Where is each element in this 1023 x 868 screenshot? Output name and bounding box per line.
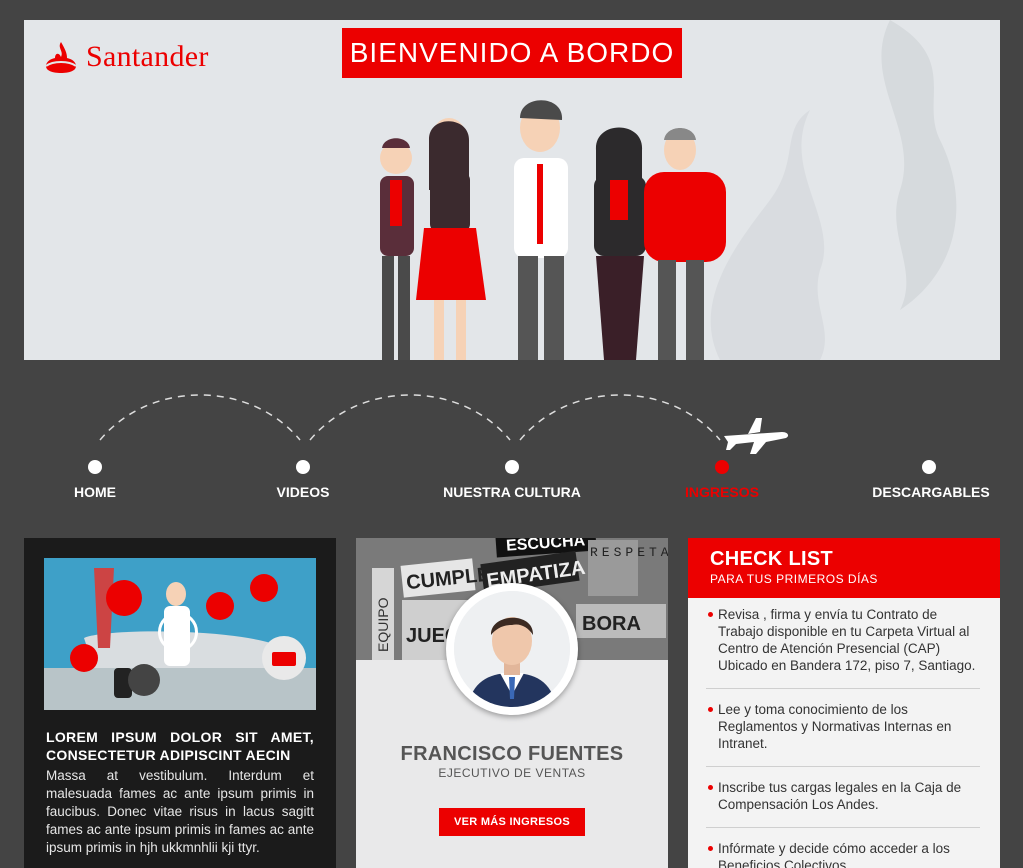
wall-word: RESPETA xyxy=(590,545,668,560)
nav-dot xyxy=(88,460,102,474)
checklist-title: CHECK LIST xyxy=(710,548,833,570)
nav-label: DESCARGABLES xyxy=(872,484,990,500)
video-card: LOREM IPSUM DOLOR SIT AMET, CONSECTETUR … xyxy=(24,538,336,868)
journey-timeline: HOME VIDEOS NUESTRA CULTURA INGRESOS DES… xyxy=(0,380,1023,520)
avatar xyxy=(454,591,570,707)
brand-name: Santander xyxy=(86,40,209,73)
welcome-banner: BIENVENIDO A BORDO xyxy=(342,28,682,78)
team-illustration xyxy=(380,100,726,360)
nav-dot xyxy=(296,460,310,474)
video-description: Massa at vestibulum. Interdum et malesua… xyxy=(46,768,314,855)
checklist-items: Revisa , firma y envía tu Contrato de Tr… xyxy=(706,600,980,868)
nav-item-descargables[interactable]: DESCARGABLES xyxy=(851,380,1011,510)
wall-word: BORA xyxy=(582,613,641,635)
checklist-item: Infórmate y decide cómo acceder a los Be… xyxy=(706,834,980,868)
nav-label: VIDEOS xyxy=(276,484,330,500)
nav-dot xyxy=(715,460,729,474)
profile-avatar[interactable] xyxy=(446,583,578,715)
santander-flame-icon xyxy=(45,42,77,73)
santander-logo[interactable]: Santander xyxy=(44,40,209,74)
person-illustration xyxy=(594,127,646,360)
play-icon[interactable] xyxy=(158,612,198,652)
nav-label: HOME xyxy=(74,484,116,500)
profile-role: EJECUTIVO DE VENTAS xyxy=(438,766,586,780)
video-thumbnail[interactable] xyxy=(44,558,316,710)
person-illustration xyxy=(380,138,414,360)
video-title: LOREM IPSUM DOLOR SIT AMET, CONSECTETUR … xyxy=(46,729,314,763)
checklist-header: CHECK LIST PARA TUS PRIMEROS DÍAS xyxy=(688,538,1000,598)
checklist-item: Revisa , firma y envía tu Contrato de Tr… xyxy=(706,600,980,689)
ver-mas-ingresos-button[interactable]: VER MÁS INGRESOS xyxy=(439,808,585,836)
portrait-illustration xyxy=(454,591,570,707)
nav-item-nuestra-cultura[interactable]: NUESTRA CULTURA xyxy=(432,380,592,510)
checklist-item: Lee y toma conocimiento de los Reglament… xyxy=(706,695,980,767)
hero-banner: Santander BIENVENIDO A BORDO xyxy=(24,20,1000,360)
nav-dot xyxy=(922,460,936,474)
checklist-card: CHECK LIST PARA TUS PRIMEROS DÍAS Revisa… xyxy=(688,538,1000,868)
profile-card: ESCUCHA CUMPLE EMPATIZA EQUIPO JUEG RESP… xyxy=(356,538,668,868)
nav-label: NUESTRA CULTURA xyxy=(443,484,581,500)
checklist-subtitle: PARA TUS PRIMEROS DÍAS xyxy=(710,572,878,586)
nav-dot xyxy=(505,460,519,474)
person-illustration xyxy=(416,118,486,360)
person-illustration xyxy=(644,128,726,360)
wall-word: EQUIPO xyxy=(375,597,391,652)
nav-item-videos[interactable]: VIDEOS xyxy=(223,380,383,510)
profile-name: FRANCISCO FUENTES xyxy=(400,743,624,765)
nav-item-ingresos[interactable]: INGRESOS xyxy=(642,380,802,510)
checklist-item: Inscribe tus cargas legales en la Caja d… xyxy=(706,773,980,828)
nav-label: INGRESOS xyxy=(685,484,759,500)
nav-item-home[interactable]: HOME xyxy=(15,380,175,510)
person-illustration xyxy=(514,100,568,360)
